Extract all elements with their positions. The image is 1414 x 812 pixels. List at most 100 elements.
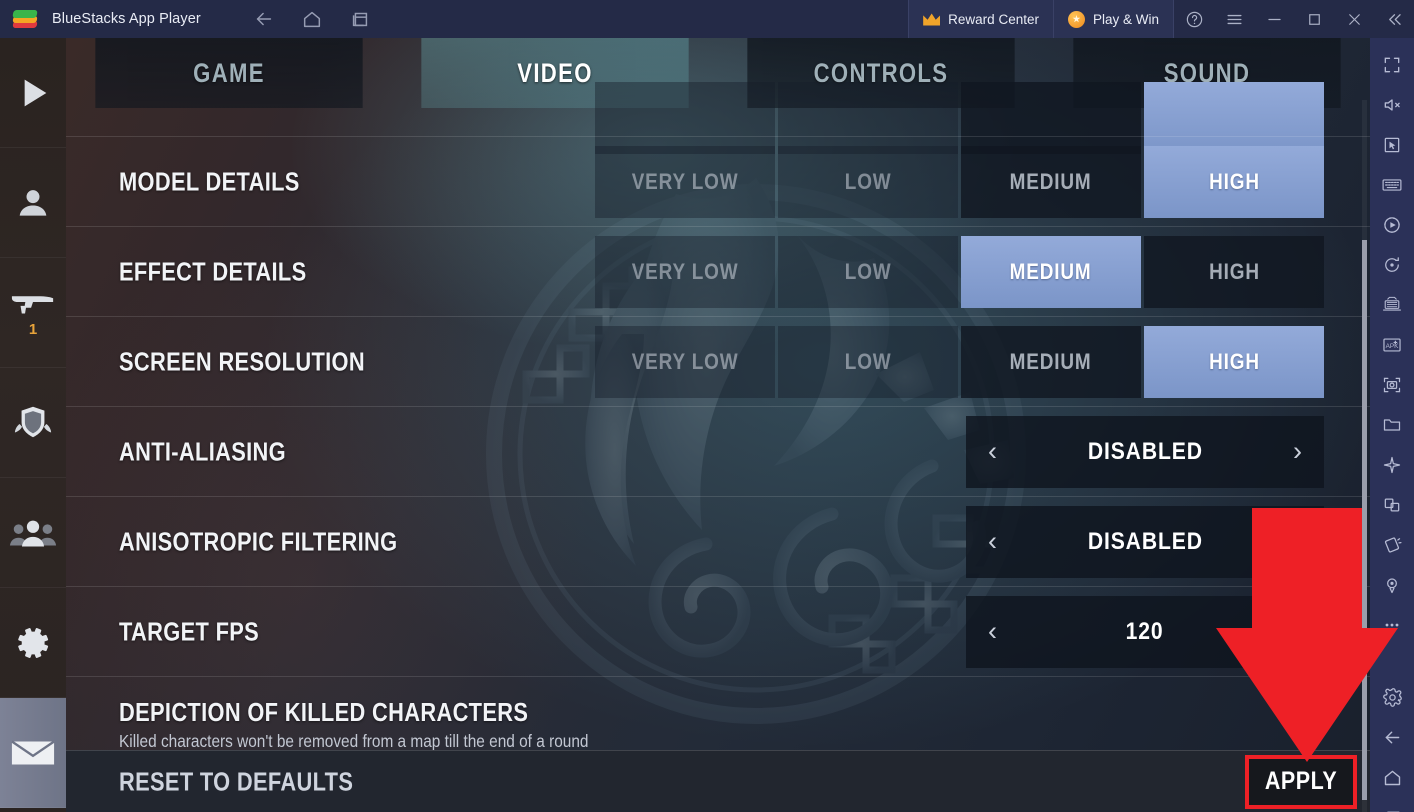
stepper-prev-icon[interactable]: ‹ bbox=[988, 618, 997, 645]
setting-row-anti-aliasing: ANTI-ALIASING ‹ DISABLED › bbox=[66, 406, 1370, 496]
play-icon bbox=[24, 79, 47, 106]
eco-mode-icon[interactable] bbox=[1374, 446, 1410, 484]
recents-icon[interactable] bbox=[1374, 798, 1410, 812]
sidebar-item-emblem[interactable] bbox=[0, 368, 66, 478]
option-very-low[interactable]: VERY LOW bbox=[595, 145, 775, 218]
setting-row-anisotropic-filtering: ANISOTROPIC FILTERING ‹ DISABLED › bbox=[66, 496, 1370, 586]
emblem-icon bbox=[14, 406, 52, 437]
row-label: ANISOTROPIC FILTERING bbox=[119, 526, 398, 556]
screenshot-icon[interactable] bbox=[1374, 366, 1410, 404]
fullscreen-icon[interactable] bbox=[1374, 46, 1410, 84]
profile-icon bbox=[19, 189, 47, 216]
row-label: TARGET FPS bbox=[119, 616, 260, 646]
mail-icon bbox=[11, 740, 55, 764]
mute-icon[interactable] bbox=[1374, 86, 1410, 124]
sidebar-item-profile[interactable] bbox=[0, 148, 66, 258]
row-sublabel: Killed characters won't be removed from … bbox=[119, 731, 589, 751]
option-high[interactable]: HIGH bbox=[1144, 235, 1324, 308]
stepper-next-icon[interactable]: › bbox=[1293, 618, 1302, 645]
collapse-icon[interactable] bbox=[1374, 0, 1414, 38]
sidebar-item-play[interactable] bbox=[0, 38, 66, 148]
weapon-icon bbox=[11, 295, 54, 314]
settings-list: MODEL DETAILS VERY LOW LOW MEDIUM HIGH E… bbox=[66, 82, 1370, 812]
window-controls bbox=[1174, 0, 1414, 38]
install-apk-icon[interactable]: APK bbox=[1374, 326, 1410, 364]
option-low[interactable]: LOW bbox=[778, 325, 958, 398]
home-icon[interactable] bbox=[301, 8, 323, 30]
coin-icon bbox=[1067, 10, 1085, 28]
minimize-icon[interactable] bbox=[1254, 0, 1294, 38]
maximize-icon[interactable] bbox=[1294, 0, 1334, 38]
rotate-icon[interactable] bbox=[1374, 246, 1410, 284]
row-label: MODEL DETAILS bbox=[119, 166, 300, 196]
play-and-win-button[interactable]: Play & Win bbox=[1052, 0, 1174, 38]
home-icon[interactable] bbox=[1374, 758, 1410, 796]
more-icon[interactable] bbox=[1374, 606, 1410, 644]
segmented-control: VERY LOW LOW MEDIUM HIGH bbox=[595, 145, 1324, 218]
settings-icon[interactable] bbox=[1374, 678, 1410, 716]
weapon-badge: 1 bbox=[28, 320, 38, 338]
app-title: BlueStacks App Player bbox=[52, 11, 201, 27]
option-low[interactable]: LOW bbox=[778, 235, 958, 308]
svg-text:APK: APK bbox=[1386, 343, 1399, 350]
reward-center-button[interactable]: Reward Center bbox=[908, 0, 1053, 38]
tab-game[interactable]: GAME bbox=[95, 38, 363, 108]
option-low[interactable]: LOW bbox=[778, 145, 958, 218]
option-medium[interactable]: MEDIUM bbox=[961, 145, 1141, 218]
title-bar: BlueStacks App Player Reward Center Play… bbox=[0, 0, 1414, 38]
stepper-control: ‹ DISABLED › bbox=[966, 505, 1324, 578]
setting-row-model-details: MODEL DETAILS VERY LOW LOW MEDIUM HIGH bbox=[66, 136, 1370, 226]
media-folder-icon[interactable] bbox=[1374, 406, 1410, 444]
sidebar-item-weapons[interactable]: 1 bbox=[0, 258, 66, 368]
game-controls-icon[interactable] bbox=[1374, 286, 1410, 324]
stepper-next-icon[interactable]: › bbox=[1293, 528, 1302, 555]
stepper-value: DISABLED bbox=[1087, 437, 1203, 465]
shake-icon[interactable] bbox=[1374, 526, 1410, 564]
close-icon[interactable] bbox=[1334, 0, 1374, 38]
menu-icon[interactable] bbox=[1214, 0, 1254, 38]
play-and-win-label: Play & Win bbox=[1092, 11, 1159, 27]
cursor-icon[interactable] bbox=[1374, 126, 1410, 164]
row-label: EFFECT DETAILS bbox=[119, 256, 307, 286]
settings-gear-icon bbox=[18, 627, 49, 658]
macro-icon[interactable] bbox=[1374, 206, 1410, 244]
reward-center-label: Reward Center bbox=[948, 11, 1039, 27]
stepper-next-icon[interactable]: › bbox=[1293, 438, 1302, 465]
reset-to-defaults-button[interactable]: RESET TO DEFAULTS bbox=[119, 766, 353, 797]
sidebar-item-mail[interactable] bbox=[0, 698, 66, 808]
back-icon[interactable] bbox=[253, 8, 275, 30]
multi-instance-icon[interactable] bbox=[349, 8, 371, 30]
option-very-low[interactable]: VERY LOW bbox=[595, 235, 775, 308]
row-label: ANTI-ALIASING bbox=[119, 436, 286, 466]
titlebar-right: Reward Center Play & Win bbox=[908, 0, 1414, 38]
game-stage: GAME VIDEO CONTROLS SOUND MODEL DETAILS bbox=[66, 38, 1370, 812]
option-high[interactable]: HIGH bbox=[1144, 145, 1324, 218]
location-icon[interactable] bbox=[1374, 566, 1410, 604]
bluestacks-toolbar: APK bbox=[1370, 38, 1414, 812]
stepper-control: ‹ DISABLED › bbox=[966, 415, 1324, 488]
stepper-value: 120 bbox=[1126, 617, 1164, 645]
multi-window-icon[interactable] bbox=[1374, 486, 1410, 524]
game-left-sidebar: 1 bbox=[0, 38, 66, 812]
option-medium[interactable]: MEDIUM bbox=[961, 235, 1141, 308]
row-label: SCREEN RESOLUTION bbox=[119, 346, 365, 376]
apply-button-label: APPLY bbox=[1264, 767, 1338, 795]
back-icon[interactable] bbox=[1374, 718, 1410, 756]
keymapping-icon[interactable] bbox=[1374, 166, 1410, 204]
option-high[interactable]: HIGH bbox=[1144, 325, 1324, 398]
stepper-prev-icon[interactable]: ‹ bbox=[988, 528, 997, 555]
setting-row-target-fps: TARGET FPS ‹ 120 › bbox=[66, 586, 1370, 676]
apply-button[interactable]: APPLY bbox=[1245, 754, 1357, 809]
sidebar-item-settings[interactable] bbox=[0, 588, 66, 698]
help-icon[interactable] bbox=[1174, 0, 1214, 38]
sidebar-item-squad[interactable] bbox=[0, 478, 66, 588]
setting-row-effect-details: EFFECT DETAILS VERY LOW LOW MEDIUM HIGH bbox=[66, 226, 1370, 316]
option-medium[interactable]: MEDIUM bbox=[961, 325, 1141, 398]
scrollbar-thumb[interactable] bbox=[1362, 240, 1367, 800]
bluestacks-window: BlueStacks App Player Reward Center Play… bbox=[0, 0, 1414, 812]
option-very-low[interactable]: VERY LOW bbox=[595, 325, 775, 398]
stepper-prev-icon[interactable]: ‹ bbox=[988, 438, 997, 465]
settings-footer: RESET TO DEFAULTS APPLY bbox=[66, 750, 1370, 812]
android-nav-icons bbox=[253, 8, 371, 30]
stepper-control: ‹ 120 › bbox=[966, 595, 1324, 668]
